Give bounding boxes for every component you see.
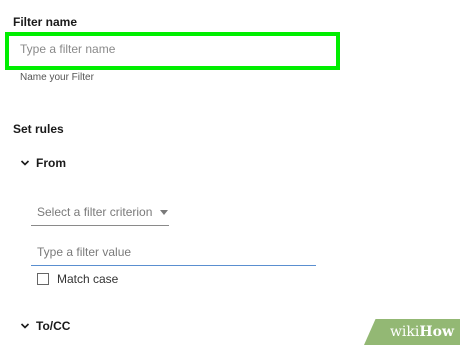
tocc-section-label: To/CC: [36, 319, 71, 333]
from-section-label: From: [36, 156, 66, 170]
from-section-toggle[interactable]: From: [20, 156, 66, 170]
caret-down-icon: [160, 209, 169, 215]
wikihow-watermark: wiki How: [364, 319, 460, 345]
chevron-down-icon: [20, 158, 30, 168]
match-case-option[interactable]: Match case: [37, 272, 118, 286]
watermark-wiki: wiki: [389, 324, 420, 340]
filter-name-hint: Name your Filter: [20, 72, 94, 83]
filter-criterion-select[interactable]: Select a filter criterion: [31, 199, 169, 226]
watermark-how: How: [419, 324, 454, 340]
filter-name-heading: Filter name: [13, 15, 78, 29]
filter-value-input[interactable]: [31, 238, 316, 266]
set-rules-heading: Set rules: [13, 122, 64, 136]
match-case-checkbox[interactable]: [37, 273, 49, 285]
filter-criterion-value: Select a filter criterion: [37, 205, 153, 219]
filter-name-input[interactable]: [9, 36, 332, 62]
tocc-section-toggle[interactable]: To/CC: [20, 319, 70, 333]
chevron-down-icon: [20, 321, 30, 331]
match-case-label: Match case: [57, 272, 119, 286]
